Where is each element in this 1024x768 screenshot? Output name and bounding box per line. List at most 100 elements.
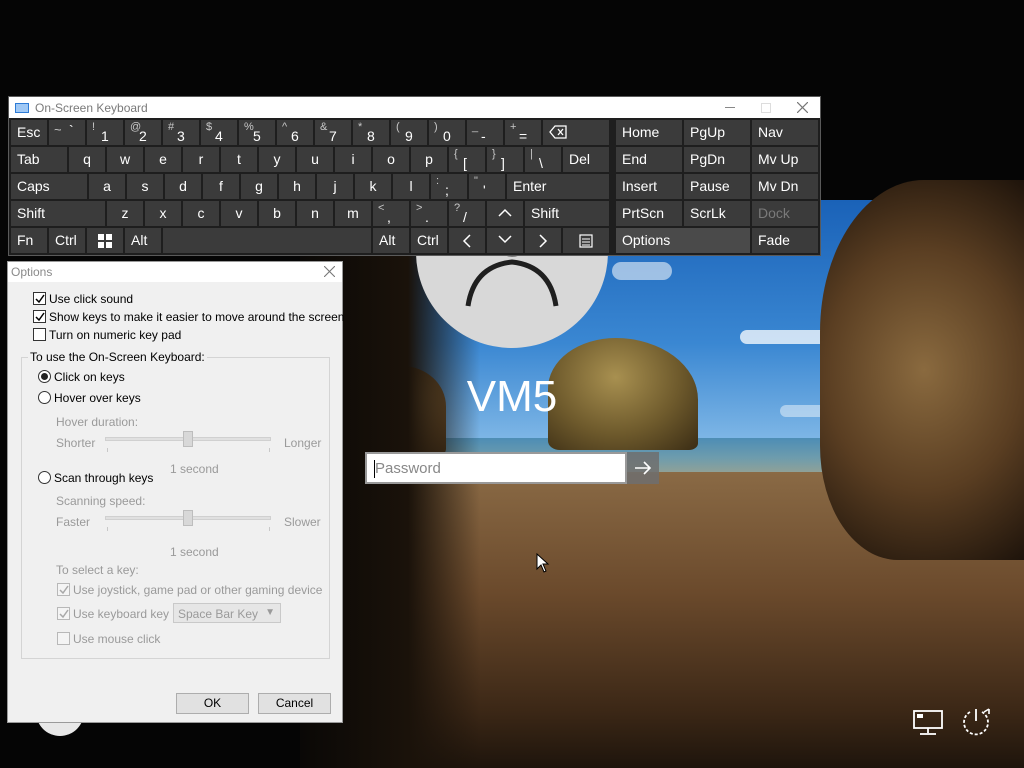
use-click-sound-checkbox[interactable] — [33, 292, 46, 305]
key-3[interactable]: #3 — [163, 120, 199, 145]
key-end[interactable]: End — [616, 147, 682, 172]
key-v[interactable]: v — [221, 201, 257, 226]
key-ctrl-left[interactable]: Ctrl — [49, 228, 85, 253]
key-5[interactable]: % 5 — [239, 120, 275, 145]
key-u[interactable]: u — [297, 147, 333, 172]
key-q[interactable]: q — [69, 147, 105, 172]
key-n[interactable]: n — [297, 201, 333, 226]
password-input[interactable] — [367, 454, 625, 482]
key-period[interactable]: >. — [411, 201, 447, 226]
scan-through-keys-radio[interactable] — [38, 471, 51, 484]
key-ctrl-right[interactable]: Ctrl — [411, 228, 447, 253]
cancel-button[interactable]: Cancel — [258, 693, 331, 714]
minimize-button[interactable] — [712, 97, 748, 118]
key-prtscn[interactable]: PrtScn — [616, 201, 682, 226]
key-p[interactable]: p — [411, 147, 447, 172]
key-esc[interactable]: Esc — [11, 120, 47, 145]
key-backspace[interactable] — [543, 120, 609, 145]
key-semicolon[interactable]: :; — [431, 174, 467, 199]
key-menu[interactable] — [563, 228, 609, 253]
use-joystick-checkbox[interactable] — [57, 583, 70, 596]
key-i[interactable]: i — [335, 147, 371, 172]
key-o[interactable]: o — [373, 147, 409, 172]
key-slash[interactable]: ? / — [449, 201, 485, 226]
osk-title-bar[interactable]: On-Screen Keyboard — [9, 97, 820, 118]
key-backslash[interactable]: | \ — [525, 147, 561, 172]
key-alt-left[interactable]: Alt — [125, 228, 161, 253]
key-mv-dn[interactable]: Mv Dn — [752, 174, 818, 199]
key-w[interactable]: w — [107, 147, 143, 172]
key-left-bracket[interactable]: {[ — [449, 147, 485, 172]
key-j[interactable]: j — [317, 174, 353, 199]
key-pause[interactable]: Pause — [684, 174, 750, 199]
password-field[interactable] — [365, 452, 627, 484]
maximize-button[interactable] — [748, 97, 784, 118]
key-m[interactable]: m — [335, 201, 371, 226]
key-shift-left[interactable]: Shift — [11, 201, 105, 226]
key-pgdn[interactable]: PgDn — [684, 147, 750, 172]
numeric-keypad-checkbox[interactable] — [33, 328, 46, 341]
key-apostrophe[interactable]: " ' — [469, 174, 505, 199]
key-pgup[interactable]: PgUp — [684, 120, 750, 145]
key-0[interactable]: ) 0 — [429, 120, 465, 145]
network-button[interactable] — [913, 709, 943, 737]
key-fn[interactable]: Fn — [11, 228, 47, 253]
key-1[interactable]: ! 1 — [87, 120, 123, 145]
keyboard-key-select[interactable]: Space Bar Key ▼ — [173, 603, 281, 623]
key-t[interactable]: t — [221, 147, 257, 172]
key-9[interactable]: (9 — [391, 120, 427, 145]
use-keyboard-key-checkbox[interactable] — [57, 607, 70, 620]
key-mv-up[interactable]: Mv Up — [752, 147, 818, 172]
close-button[interactable] — [784, 97, 820, 118]
key-arrow-right[interactable] — [525, 228, 561, 253]
key-4[interactable]: $4 — [201, 120, 237, 145]
key-2[interactable]: @2 — [125, 120, 161, 145]
key-a[interactable]: a — [89, 174, 125, 199]
key-shift-right[interactable]: Shift — [525, 201, 609, 226]
options-title-bar[interactable]: Options — [8, 262, 342, 282]
key-8[interactable]: * 8 — [353, 120, 389, 145]
key-home[interactable]: Home — [616, 120, 682, 145]
key-b[interactable]: b — [259, 201, 295, 226]
key-g[interactable]: g — [241, 174, 277, 199]
key-equals[interactable]: + = — [505, 120, 541, 145]
ok-button[interactable]: OK — [176, 693, 249, 714]
key-z[interactable]: z — [107, 201, 143, 226]
key-enter[interactable]: Enter — [507, 174, 609, 199]
key-insert[interactable]: Insert — [616, 174, 682, 199]
key-del[interactable]: Del — [563, 147, 609, 172]
key-fade[interactable]: Fade — [752, 228, 818, 253]
key-r[interactable]: r — [183, 147, 219, 172]
submit-button[interactable] — [627, 452, 659, 484]
hover-duration-slider-thumb[interactable] — [183, 431, 193, 447]
show-keys-move-checkbox[interactable] — [33, 310, 46, 323]
key-caps[interactable]: Caps — [11, 174, 87, 199]
key-s[interactable]: s — [127, 174, 163, 199]
key-6[interactable]: ^ 6 — [277, 120, 313, 145]
key-windows[interactable] — [87, 228, 123, 253]
options-close-button[interactable] — [320, 263, 338, 281]
key-7[interactable]: & 7 — [315, 120, 351, 145]
key-minus[interactable]: _ - — [467, 120, 503, 145]
key-x[interactable]: x — [145, 201, 181, 226]
key-d[interactable]: d — [165, 174, 201, 199]
key-c[interactable]: c — [183, 201, 219, 226]
key-scrlk[interactable]: ScrLk — [684, 201, 750, 226]
key-l[interactable]: l — [393, 174, 429, 199]
scanning-speed-slider-thumb[interactable] — [183, 510, 193, 526]
key-right-bracket[interactable]: }] — [487, 147, 523, 172]
click-on-keys-radio[interactable] — [38, 370, 51, 383]
key-arrow-down[interactable] — [487, 228, 523, 253]
key-options[interactable]: Options — [616, 228, 750, 253]
hover-over-keys-radio[interactable] — [38, 391, 51, 404]
key-f[interactable]: f — [203, 174, 239, 199]
key-space[interactable] — [163, 228, 371, 253]
key-h[interactable]: h — [279, 174, 315, 199]
key-arrow-left[interactable] — [449, 228, 485, 253]
key-backtick[interactable]: ~ ` — [49, 120, 85, 145]
key-y[interactable]: y — [259, 147, 295, 172]
key-alt-right[interactable]: Alt — [373, 228, 409, 253]
key-comma[interactable]: <, — [373, 201, 409, 226]
key-e[interactable]: e — [145, 147, 181, 172]
key-nav[interactable]: Nav — [752, 120, 818, 145]
